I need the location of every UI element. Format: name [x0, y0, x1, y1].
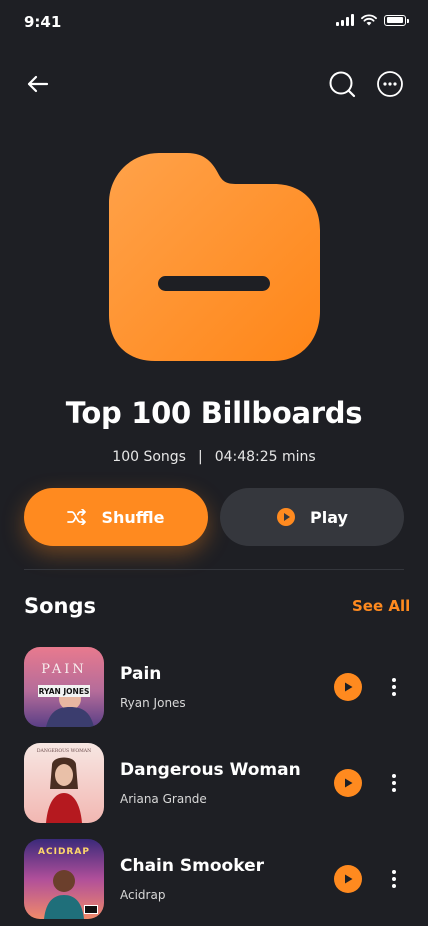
cover-title: DANGEROUS WOMAN	[37, 748, 91, 754]
song-row[interactable]: DANGEROUS WOMAN Dangerous Woman Ariana G…	[24, 743, 404, 823]
search-button[interactable]	[328, 70, 356, 98]
arrow-left-icon	[27, 75, 49, 93]
songs-count: 100 Songs	[112, 449, 186, 465]
shuffle-label: Shuffle	[101, 507, 165, 527]
play-icon	[345, 682, 353, 692]
playlist-title: Top 100 Billboards	[65, 396, 363, 430]
playlist-meta: 100 Songs | 04:48:25 mins	[0, 449, 428, 465]
album-cover: RYAN JONES PAIN	[24, 647, 104, 727]
meta-separator: |	[197, 449, 203, 465]
playlist-folder-icon	[109, 153, 320, 361]
song-more-button[interactable]	[384, 771, 404, 795]
wifi-icon	[361, 14, 377, 26]
cover-title: ACIDRAP	[38, 847, 90, 857]
cover-title: PAIN	[41, 662, 86, 677]
song-artist: Acidrap	[120, 888, 166, 902]
song-title: Chain Smooker	[120, 856, 264, 876]
song-play-button[interactable]	[334, 673, 362, 701]
more-vertical-icon	[392, 774, 396, 778]
play-label: Play	[310, 507, 348, 527]
more-vertical-icon	[392, 678, 396, 682]
back-button[interactable]	[24, 70, 52, 98]
songs-heading: Songs	[24, 594, 97, 618]
more-options-button[interactable]	[376, 70, 404, 98]
song-more-button[interactable]	[384, 867, 404, 891]
album-cover: ACIDRAP	[24, 839, 104, 919]
song-title: Dangerous Woman	[120, 760, 301, 780]
battery-icon	[384, 14, 409, 26]
song-title: Pain	[120, 664, 162, 684]
play-button[interactable]: Play	[220, 488, 404, 546]
song-play-button[interactable]	[334, 769, 362, 797]
play-icon	[345, 874, 353, 884]
play-icon	[345, 778, 353, 788]
cover-subtitle: RYAN JONES	[39, 687, 90, 696]
album-cover: DANGEROUS WOMAN	[24, 743, 104, 823]
status-time: 9:41	[24, 13, 62, 31]
song-more-button[interactable]	[384, 675, 404, 699]
more-vertical-icon	[392, 870, 396, 874]
cellular-signal-icon	[336, 14, 354, 26]
song-artist: Ariana Grande	[120, 792, 207, 806]
song-row[interactable]: ACIDRAP Chain Smooker Acidrap	[24, 839, 404, 919]
playlist-duration: 04:48:25 mins	[214, 449, 316, 465]
search-icon	[329, 71, 356, 98]
play-icon	[277, 508, 296, 526]
status-icons	[336, 14, 409, 26]
divider	[24, 569, 404, 570]
song-artist: Ryan Jones	[120, 696, 186, 710]
song-play-button[interactable]	[334, 865, 362, 893]
more-horizontal-icon	[377, 71, 403, 97]
shuffle-button[interactable]: Shuffle	[24, 488, 208, 546]
shuffle-icon	[67, 509, 87, 525]
song-row[interactable]: RYAN JONES PAIN Pain Ryan Jones	[24, 647, 404, 727]
see-all-link[interactable]: See All	[352, 597, 410, 615]
